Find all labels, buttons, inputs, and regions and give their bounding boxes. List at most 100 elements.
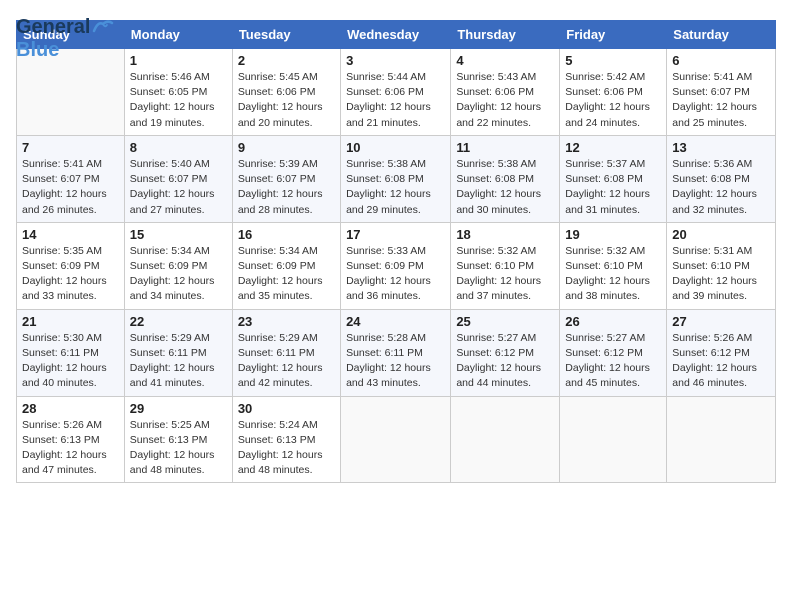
day-info: Sunrise: 5:30 AMSunset: 6:11 PMDaylight:… (22, 331, 119, 392)
day-number: 10 (346, 140, 445, 155)
calendar-cell: 24 Sunrise: 5:28 AMSunset: 6:11 PMDayligh… (341, 309, 451, 396)
logo-bird-svg (91, 17, 115, 35)
day-number: 19 (565, 227, 661, 242)
day-info: Sunrise: 5:41 AMSunset: 6:07 PMDaylight:… (672, 70, 770, 131)
calendar-cell: 25 Sunrise: 5:27 AMSunset: 6:12 PMDayligh… (451, 309, 560, 396)
day-info: Sunrise: 5:38 AMSunset: 6:08 PMDaylight:… (456, 157, 554, 218)
day-info: Sunrise: 5:41 AMSunset: 6:07 PMDaylight:… (22, 157, 119, 218)
day-info: Sunrise: 5:36 AMSunset: 6:08 PMDaylight:… (672, 157, 770, 218)
calendar-cell: 19 Sunrise: 5:32 AMSunset: 6:10 PMDayligh… (560, 222, 667, 309)
calendar-cell: 2 Sunrise: 5:45 AMSunset: 6:06 PMDaylight… (232, 49, 340, 136)
calendar-cell (560, 396, 667, 483)
calendar-cell: 16Sunrise: 5:34 AMSunset: 6:09 PMDayligh… (232, 222, 340, 309)
day-info: Sunrise: 5:27 AMSunset: 6:12 PMDaylight:… (565, 331, 661, 392)
day-info: Sunrise: 5:39 AMSunset: 6:07 PMDaylight:… (238, 157, 335, 218)
weekday-header: Thursday (451, 21, 560, 49)
calendar-cell: 20Sunrise: 5:31 AMSunset: 6:10 PMDayligh… (667, 222, 776, 309)
day-number: 28 (22, 401, 119, 416)
calendar-cell: 22 Sunrise: 5:29 AMSunset: 6:11 PMDayligh… (124, 309, 232, 396)
day-number: 6 (672, 53, 770, 68)
day-info: Sunrise: 5:29 AMSunset: 6:11 PMDaylight:… (130, 331, 227, 392)
day-number: 22 (130, 314, 227, 329)
day-info: Sunrise: 5:34 AMSunset: 6:09 PMDaylight:… (130, 244, 227, 305)
calendar-cell: 1 Sunrise: 5:46 AMSunset: 6:05 PMDaylight… (124, 49, 232, 136)
day-number: 1 (130, 53, 227, 68)
day-info: Sunrise: 5:37 AMSunset: 6:08 PMDaylight:… (565, 157, 661, 218)
logo-container: General Blue (16, 16, 116, 62)
weekday-header: Friday (560, 21, 667, 49)
calendar-cell (667, 396, 776, 483)
calendar-cell: 13 Sunrise: 5:36 AMSunset: 6:08 PMDayligh… (667, 135, 776, 222)
day-info: Sunrise: 5:35 AMSunset: 6:09 PMDaylight:… (22, 244, 119, 305)
day-number: 30 (238, 401, 335, 416)
day-number: 13 (672, 140, 770, 155)
day-info: Sunrise: 5:32 AMSunset: 6:10 PMDaylight:… (565, 244, 661, 305)
day-number: 21 (22, 314, 119, 329)
calendar-week-row: 7 Sunrise: 5:41 AMSunset: 6:07 PMDaylight… (17, 135, 776, 222)
calendar-week-row: 14Sunrise: 5:35 AMSunset: 6:09 PMDayligh… (17, 222, 776, 309)
day-number: 17 (346, 227, 445, 242)
calendar-cell: 26Sunrise: 5:27 AMSunset: 6:12 PMDayligh… (560, 309, 667, 396)
calendar-cell: 17Sunrise: 5:33 AMSunset: 6:09 PMDayligh… (341, 222, 451, 309)
calendar-cell: 23Sunrise: 5:29 AMSunset: 6:11 PMDayligh… (232, 309, 340, 396)
calendar-cell: 8Sunrise: 5:40 AMSunset: 6:07 PMDaylight… (124, 135, 232, 222)
calendar-cell: 15 Sunrise: 5:34 AMSunset: 6:09 PMDayligh… (124, 222, 232, 309)
weekday-header: Tuesday (232, 21, 340, 49)
day-number: 4 (456, 53, 554, 68)
calendar-week-row: 1 Sunrise: 5:46 AMSunset: 6:05 PMDaylight… (17, 49, 776, 136)
day-number: 2 (238, 53, 335, 68)
calendar-cell: 29 Sunrise: 5:25 AMSunset: 6:13 PMDayligh… (124, 396, 232, 483)
weekday-header: Wednesday (341, 21, 451, 49)
calendar-table: SundayMondayTuesdayWednesdayThursdayFrid… (16, 20, 776, 483)
day-info: Sunrise: 5:27 AMSunset: 6:12 PMDaylight:… (456, 331, 554, 392)
logo-blue-text: Blue (16, 39, 59, 61)
day-number: 8 (130, 140, 227, 155)
day-info: Sunrise: 5:26 AMSunset: 6:13 PMDaylight:… (22, 418, 119, 479)
day-number: 25 (456, 314, 554, 329)
calendar-cell: 28 Sunrise: 5:26 AMSunset: 6:13 PMDayligh… (17, 396, 125, 483)
day-number: 16 (238, 227, 335, 242)
day-number: 18 (456, 227, 554, 242)
calendar-cell: 21 Sunrise: 5:30 AMSunset: 6:11 PMDayligh… (17, 309, 125, 396)
calendar-cell: 10 Sunrise: 5:38 AMSunset: 6:08 PMDayligh… (341, 135, 451, 222)
day-number: 5 (565, 53, 661, 68)
calendar-week-row: 28 Sunrise: 5:26 AMSunset: 6:13 PMDayligh… (17, 396, 776, 483)
calendar-cell (451, 396, 560, 483)
day-info: Sunrise: 5:45 AMSunset: 6:06 PMDaylight:… (238, 70, 335, 131)
calendar-cell: 9 Sunrise: 5:39 AMSunset: 6:07 PMDaylight… (232, 135, 340, 222)
day-number: 23 (238, 314, 335, 329)
day-info: Sunrise: 5:43 AMSunset: 6:06 PMDaylight:… (456, 70, 554, 131)
day-number: 15 (130, 227, 227, 242)
calendar-cell: 18 Sunrise: 5:32 AMSunset: 6:10 PMDayligh… (451, 222, 560, 309)
day-number: 7 (22, 140, 119, 155)
day-number: 27 (672, 314, 770, 329)
calendar-cell (341, 396, 451, 483)
calendar-cell: 6 Sunrise: 5:41 AMSunset: 6:07 PMDaylight… (667, 49, 776, 136)
calendar-cell: 27 Sunrise: 5:26 AMSunset: 6:12 PMDayligh… (667, 309, 776, 396)
calendar-cell: 11 Sunrise: 5:38 AMSunset: 6:08 PMDayligh… (451, 135, 560, 222)
calendar-cell: 5 Sunrise: 5:42 AMSunset: 6:06 PMDaylight… (560, 49, 667, 136)
day-number: 24 (346, 314, 445, 329)
calendar-cell: 14Sunrise: 5:35 AMSunset: 6:09 PMDayligh… (17, 222, 125, 309)
day-info: Sunrise: 5:32 AMSunset: 6:10 PMDaylight:… (456, 244, 554, 305)
day-info: Sunrise: 5:44 AMSunset: 6:06 PMDaylight:… (346, 70, 445, 131)
day-info: Sunrise: 5:38 AMSunset: 6:08 PMDaylight:… (346, 157, 445, 218)
day-info: Sunrise: 5:31 AMSunset: 6:10 PMDaylight:… (672, 244, 770, 305)
day-number: 29 (130, 401, 227, 416)
day-number: 3 (346, 53, 445, 68)
calendar-cell: 30 Sunrise: 5:24 AMSunset: 6:13 PMDayligh… (232, 396, 340, 483)
day-info: Sunrise: 5:46 AMSunset: 6:05 PMDaylight:… (130, 70, 227, 131)
day-number: 11 (456, 140, 554, 155)
day-info: Sunrise: 5:25 AMSunset: 6:13 PMDaylight:… (130, 418, 227, 479)
calendar-cell: 7 Sunrise: 5:41 AMSunset: 6:07 PMDaylight… (17, 135, 125, 222)
day-number: 9 (238, 140, 335, 155)
logo-general-text: General (16, 16, 90, 39)
calendar-cell: 4 Sunrise: 5:43 AMSunset: 6:06 PMDaylight… (451, 49, 560, 136)
day-info: Sunrise: 5:28 AMSunset: 6:11 PMDaylight:… (346, 331, 445, 392)
calendar-cell: 12 Sunrise: 5:37 AMSunset: 6:08 PMDayligh… (560, 135, 667, 222)
day-info: Sunrise: 5:26 AMSunset: 6:12 PMDaylight:… (672, 331, 770, 392)
day-info: Sunrise: 5:42 AMSunset: 6:06 PMDaylight:… (565, 70, 661, 131)
weekday-header: Saturday (667, 21, 776, 49)
day-number: 12 (565, 140, 661, 155)
day-info: Sunrise: 5:24 AMSunset: 6:13 PMDaylight:… (238, 418, 335, 479)
